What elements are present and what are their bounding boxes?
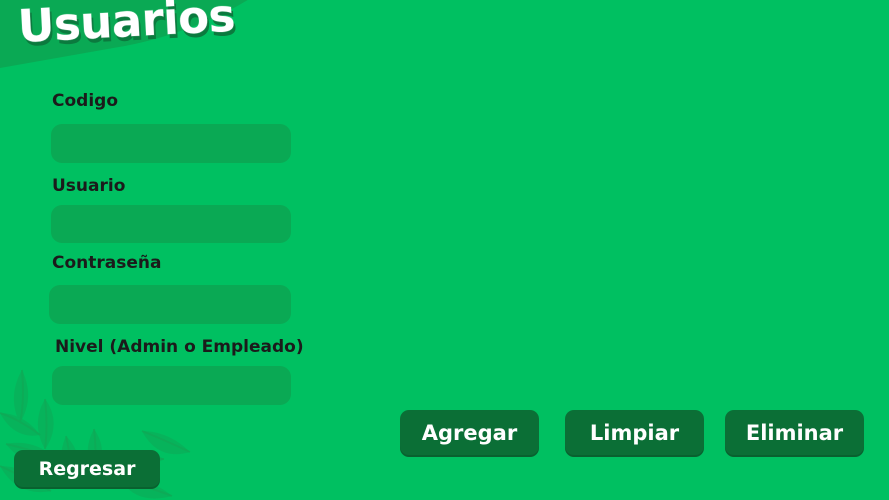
codigo-label: Codigo [52, 91, 118, 111]
page-title: Usuarios [16, 0, 237, 53]
nivel-input[interactable] [52, 366, 291, 405]
contrasena-input[interactable] [49, 285, 291, 324]
nivel-label: Nivel (Admin o Empleado) [55, 337, 304, 357]
limpiar-button[interactable]: Limpiar [565, 410, 704, 457]
contrasena-label: Contraseña [52, 253, 162, 273]
eliminar-button[interactable]: Eliminar [725, 410, 864, 457]
codigo-input[interactable] [51, 124, 291, 163]
usuario-label: Usuario [52, 176, 126, 196]
agregar-button[interactable]: Agregar [400, 410, 539, 457]
usuario-input[interactable] [51, 205, 291, 243]
users-screen: Usuarios Usuarios Codigo Usuario Contras… [0, 0, 889, 500]
regresar-button[interactable]: Regresar [14, 450, 160, 489]
